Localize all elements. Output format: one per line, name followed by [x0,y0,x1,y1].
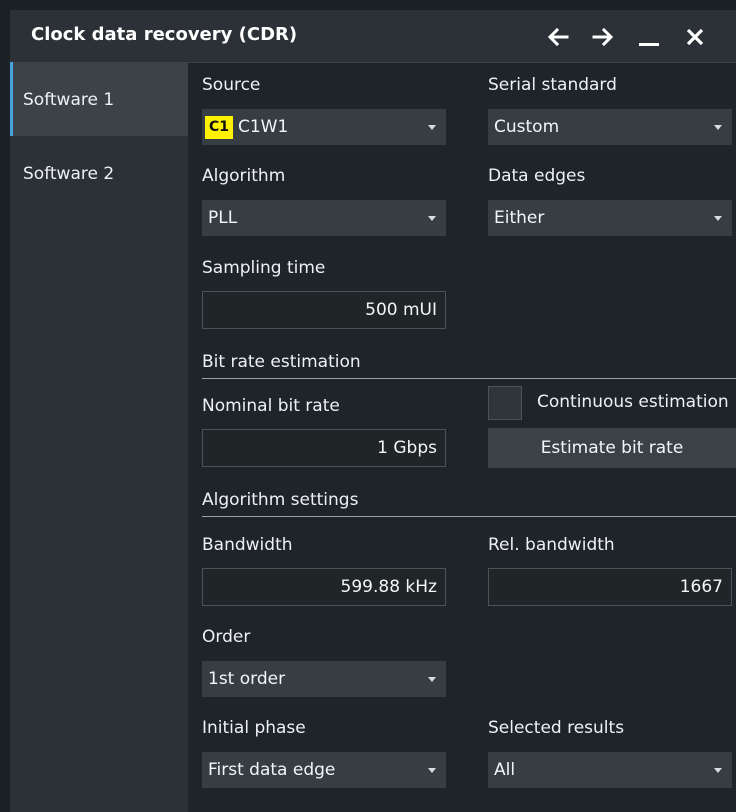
bit-rate-estimation-section: Bit rate estimation [202,350,736,379]
sidebar-item-label: Software 1 [23,90,115,110]
sampling-time-value: 500 mUI [365,300,437,320]
source-label: Source [202,75,261,95]
order-label: Order [202,627,251,647]
serial-standard-dropdown[interactable]: Custom [488,109,732,145]
nominal-bit-rate-field[interactable]: 1 Gbps [202,429,446,467]
estimate-bit-rate-label: Estimate bit rate [540,438,684,458]
channel-badge: C1 [205,116,233,139]
nominal-bit-rate-value: 1 Gbps [377,438,437,458]
selected-results-value: All [494,760,516,780]
bandwidth-label: Bandwidth [202,535,293,555]
chevron-down-icon [428,125,436,130]
source-dropdown[interactable]: C1 C1W1 [202,109,446,145]
sampling-time-field[interactable]: 500 mUI [202,291,446,329]
arrow-left-icon[interactable] [546,25,570,49]
data-edges-dropdown[interactable]: Either [488,200,732,236]
initial-phase-value: First data edge [208,760,336,780]
chevron-down-icon [714,216,722,221]
bandwidth-field[interactable]: 599.88 kHz [202,568,446,606]
algorithm-dropdown[interactable]: PLL [202,200,446,236]
algorithm-label: Algorithm [202,166,286,186]
order-dropdown[interactable]: 1st order [202,661,446,697]
data-edges-label: Data edges [488,166,586,186]
bandwidth-value: 599.88 kHz [340,577,437,597]
chevron-down-icon [714,125,722,130]
algorithm-settings-section: Algorithm settings [202,488,736,517]
sampling-time-label: Sampling time [202,258,326,278]
initial-phase-dropdown[interactable]: First data edge [202,752,446,788]
sidebar: Software 1 Software 2 [10,62,188,812]
chevron-down-icon [428,768,436,773]
chevron-down-icon [428,216,436,221]
title-bar: Clock data recovery (CDR) [10,10,736,63]
continuous-estimation-label: Continuous estimation [537,392,729,412]
selected-results-label: Selected results [488,718,625,738]
sidebar-item-label: Software 2 [23,164,115,184]
selected-results-dropdown[interactable]: All [488,752,732,788]
initial-phase-label: Initial phase [202,718,306,738]
settings-panel: Source C1 C1W1 Serial standard Custom Al… [188,62,736,812]
serial-standard-label: Serial standard [488,75,617,95]
cdr-dialog: Clock data recovery (CDR) Software 1 Sof… [10,10,736,812]
rel-bandwidth-field[interactable]: 1667 [488,568,732,606]
sidebar-item-software-2[interactable]: Software 2 [10,136,188,210]
rel-bandwidth-value: 1667 [679,577,723,597]
arrow-right-icon[interactable] [591,25,615,49]
estimate-bit-rate-button[interactable]: Estimate bit rate [488,428,736,468]
section-title: Bit rate estimation [202,352,361,372]
minimize-icon[interactable] [637,25,661,49]
close-icon[interactable] [683,25,707,49]
data-edges-value: Either [494,208,545,228]
continuous-estimation-checkbox[interactable] [488,386,522,420]
serial-standard-value: Custom [494,117,560,137]
sidebar-item-software-1[interactable]: Software 1 [10,62,188,136]
algorithm-value: PLL [208,208,238,228]
chevron-down-icon [714,768,722,773]
order-value: 1st order [208,669,286,689]
dialog-title: Clock data recovery (CDR) [31,24,298,45]
rel-bandwidth-label: Rel. bandwidth [488,535,615,555]
source-value: C1W1 [238,117,289,137]
nominal-bit-rate-label: Nominal bit rate [202,396,340,416]
section-title: Algorithm settings [202,490,359,510]
chevron-down-icon [428,677,436,682]
